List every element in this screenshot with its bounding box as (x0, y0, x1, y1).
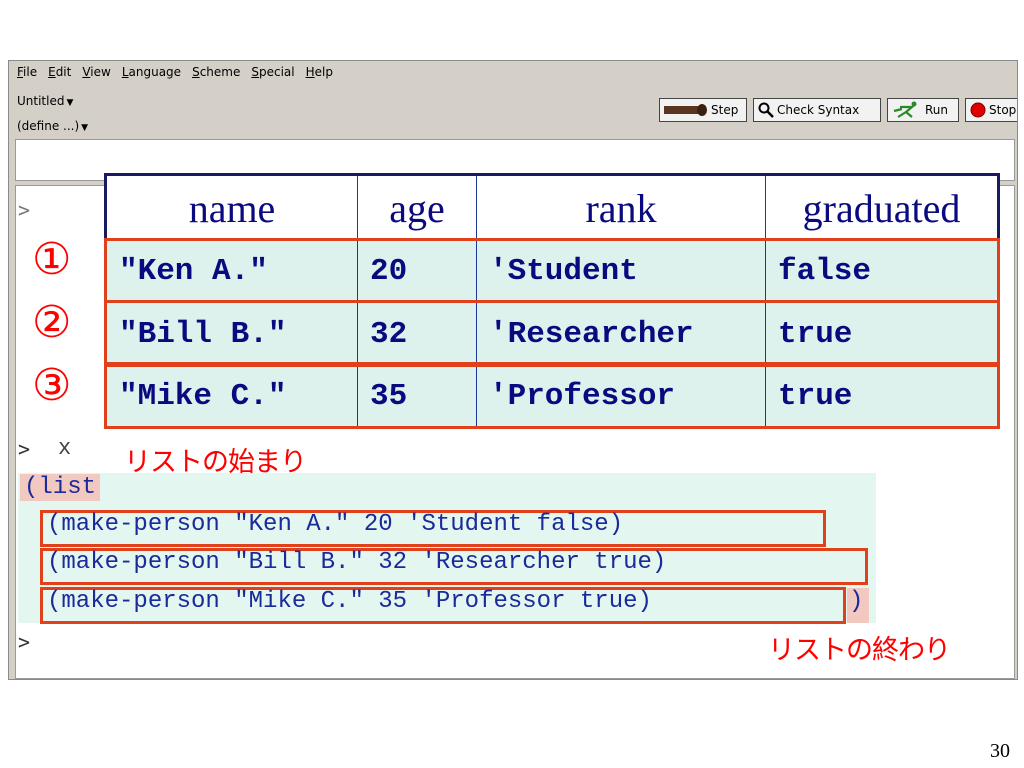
list-end-annotation: リストの終わり (768, 635, 951, 666)
stop-label: Stop (989, 103, 1017, 117)
repl-prompt: > (18, 437, 31, 461)
menu-bar: File Edit View Language Scheme Special H… (9, 61, 1017, 83)
stop-button[interactable]: Stop (965, 98, 1017, 122)
menu-file[interactable]: File (17, 65, 37, 79)
list-entry: (make-person "Mike C." 35 'Professor tru… (47, 588, 652, 615)
row-number-1: ① (32, 234, 72, 285)
header-name: name (107, 176, 357, 240)
run-label: Run (925, 103, 949, 117)
menu-scheme[interactable]: Scheme (192, 65, 240, 79)
triangle-down-icon: ▼ (66, 98, 74, 108)
step-button[interactable]: Step (659, 98, 747, 122)
row-highlight-box (104, 364, 1000, 429)
repl-input: x (58, 436, 72, 461)
running-man-icon (893, 101, 917, 118)
row-highlight-box (104, 300, 1000, 365)
run-button[interactable]: Run (887, 98, 959, 122)
stop-icon (970, 102, 986, 118)
file-name-label: Untitled (17, 94, 65, 108)
header-graduated: graduated (766, 176, 997, 240)
row-number-3: ③ (32, 360, 72, 411)
define-dropdown[interactable]: (define ...) ▼ (17, 119, 88, 133)
magnifier-icon (758, 102, 774, 118)
check-syntax-label: Check Syntax (777, 103, 860, 117)
define-label: (define ...) (17, 119, 80, 133)
row-number-2: ② (32, 297, 72, 348)
file-name-dropdown[interactable]: Untitled ▼ (17, 94, 73, 108)
page-number: 30 (990, 740, 1010, 762)
menu-view[interactable]: View (82, 65, 110, 79)
check-syntax-button[interactable]: Check Syntax (753, 98, 881, 122)
list-close-token: ) (847, 588, 870, 623)
header-rank: rank (477, 176, 765, 240)
menu-special[interactable]: Special (251, 65, 294, 79)
row-highlight-box (104, 238, 1000, 303)
header-age: age (358, 176, 476, 240)
menu-edit[interactable]: Edit (48, 65, 71, 79)
list-entry: (make-person "Bill B." 32 'Researcher tr… (47, 549, 667, 576)
triangle-down-icon: ▼ (81, 123, 89, 133)
list-entry: (make-person "Ken A." 20 'Student false) (47, 511, 624, 538)
repl-prompt: > (18, 198, 31, 222)
list-start-annotation: リストの始まり (124, 447, 307, 478)
repl-prompt: > (18, 630, 31, 654)
list-open-token: (list (20, 474, 101, 501)
menu-help[interactable]: Help (306, 65, 333, 79)
menu-language[interactable]: Language (122, 65, 181, 79)
footprint-icon (664, 104, 707, 116)
step-label: Step (711, 103, 739, 117)
